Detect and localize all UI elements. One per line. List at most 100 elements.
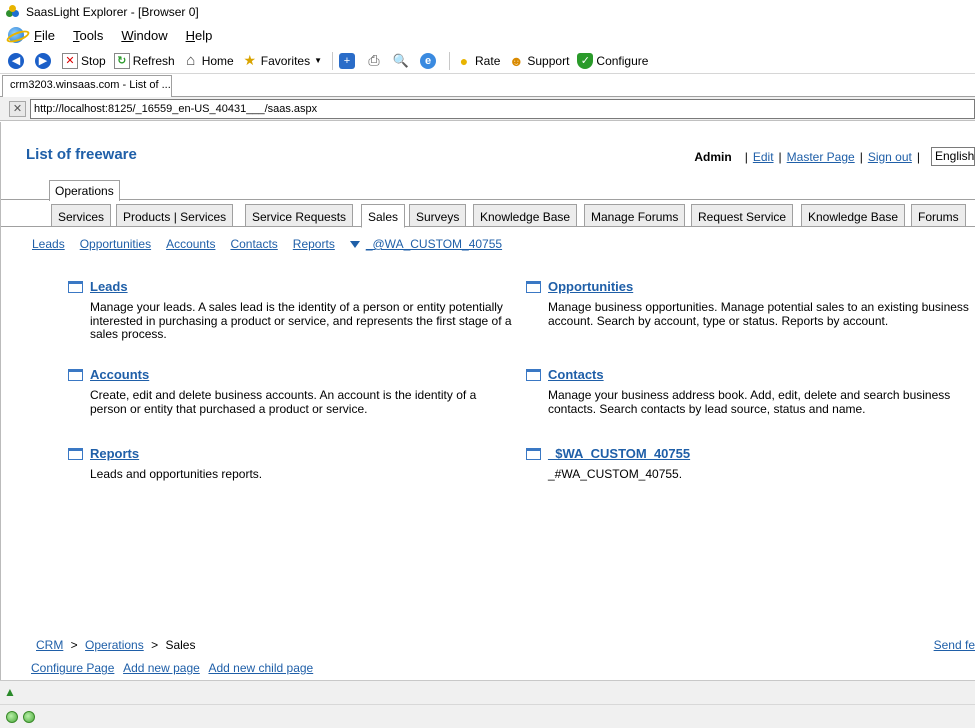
sign-out-link[interactable]: Sign out [868, 150, 912, 164]
magnifier-page-icon: 🔍 [392, 52, 410, 68]
card-description: _#WA_CUSTOM_40755. [548, 467, 683, 481]
username: Admin [694, 149, 732, 164]
section-tab-bar: Services Products | Services Service Req… [1, 204, 975, 228]
subnav-leads[interactable]: Leads [32, 237, 65, 251]
menu-window[interactable]: Window [121, 28, 167, 43]
tab-manage-forums[interactable]: Manage Forums [584, 204, 686, 227]
close-tab-icon[interactable]: ✕ [9, 101, 26, 117]
tab-service-requests[interactable]: Service Requests [245, 204, 354, 227]
subnav-contacts[interactable]: Contacts [230, 237, 277, 251]
support-button[interactable]: ☻ Support [508, 53, 569, 69]
breadcrumb-operations[interactable]: Operations [85, 638, 144, 652]
favorites-button[interactable]: ★ Favorites ▼ [242, 52, 323, 69]
card-title-opportunities[interactable]: Opportunities [548, 279, 633, 294]
card-title-contacts[interactable]: Contacts [548, 367, 604, 382]
breadcrumb-separator: > [70, 638, 78, 652]
tab-products-services[interactable]: Products | Services [116, 204, 234, 227]
breadcrumb-crm[interactable]: CRM [36, 638, 63, 652]
status-indicator-icon [6, 711, 18, 723]
url-input[interactable] [30, 99, 975, 119]
card-description: Manage your leads. A sales lead is the i… [90, 300, 512, 341]
stop-button[interactable]: ✕ Stop [62, 52, 106, 69]
subnav-reports[interactable]: Reports [293, 237, 335, 251]
window-icon [526, 448, 541, 460]
browser-tab-strip: crm3203.winsaas.com - List of ... [0, 75, 975, 97]
address-bar: ✕ [0, 97, 975, 121]
add-new-page-link[interactable]: Add new page [123, 661, 200, 675]
page-title: List of freeware [26, 146, 137, 163]
window-icon [68, 281, 83, 293]
status-bar: ▲ [0, 680, 975, 704]
window-title: SaasLight Explorer - [Browser 0] [26, 5, 199, 19]
card-description: Leads and opportunities reports. [90, 467, 263, 481]
tab-knowledge-base[interactable]: Knowledge Base [473, 204, 578, 227]
shield-check-icon: ✓ [577, 52, 594, 69]
window-icon [68, 369, 83, 381]
card-title-reports[interactable]: Reports [90, 446, 139, 461]
shield-icon: + [339, 52, 356, 69]
sub-navigation: Leads Opportunities Accounts Contacts Re… [32, 237, 517, 251]
footer-links: Configure Page Add new page Add new chil… [31, 661, 319, 675]
refresh-icon: ↻ [113, 52, 130, 69]
app-logo-icon [6, 5, 20, 19]
menu-help[interactable]: Help [186, 28, 213, 43]
menu-tools[interactable]: Tools [73, 28, 103, 43]
add-new-child-page-link[interactable]: Add new child page [208, 661, 313, 675]
card-description: Manage your business address book. Add, … [548, 388, 951, 416]
stop-icon: ✕ [62, 52, 78, 69]
divider: | [744, 149, 748, 164]
refresh-button[interactable]: ↻ Refresh [113, 52, 175, 69]
configure-page-link[interactable]: Configure Page [31, 661, 114, 675]
master-page-link[interactable]: Master Page [787, 150, 855, 164]
subnav-custom[interactable]: _@WA_CUSTOM_40755 [366, 237, 502, 251]
toolbar-separator [332, 51, 334, 70]
breadcrumb-current: Sales [165, 638, 196, 652]
security-button[interactable]: + [339, 52, 358, 69]
card-title-leads[interactable]: Leads [90, 279, 128, 294]
print-button[interactable]: ⎙ [366, 52, 385, 69]
menu-file[interactable]: File [34, 28, 55, 43]
divider: | [859, 149, 863, 164]
user-bar: Admin | Edit | Master Page | Sign out | … [694, 147, 975, 166]
rate-button[interactable]: ● Rate [456, 53, 501, 69]
browser-tab[interactable]: crm3203.winsaas.com - List of ... [2, 75, 172, 97]
tab-services[interactable]: Services [51, 204, 112, 227]
send-feedback-link[interactable]: Send fe [934, 638, 975, 652]
globe-icon: e [420, 52, 437, 69]
card-title-accounts[interactable]: Accounts [90, 367, 149, 382]
tab-knowledge-base-2[interactable]: Knowledge Base [801, 204, 906, 227]
status-shapes-icon: ▲ [4, 685, 16, 699]
internet-button[interactable]: e [420, 52, 439, 69]
configure-button[interactable]: ✓ Configure [577, 52, 648, 69]
tab-surveys[interactable]: Surveys [409, 204, 467, 227]
language-select[interactable]: English [931, 147, 975, 166]
edit-link[interactable]: Edit [753, 150, 774, 164]
window-icon [68, 448, 83, 460]
tab-sales[interactable]: Sales [361, 204, 406, 228]
person-icon: ☻ [509, 52, 524, 69]
window-icon [526, 281, 541, 293]
card-title-custom[interactable]: _$WA_CUSTOM_40755 [548, 446, 690, 461]
tab-forums[interactable]: Forums [911, 204, 966, 227]
forward-button[interactable]: ▶ [35, 52, 54, 69]
subnav-opportunities[interactable]: Opportunities [80, 237, 151, 251]
status-indicator-icon [23, 711, 35, 723]
divider: | [916, 149, 920, 164]
browser-icon [8, 27, 24, 43]
forward-arrow-icon: ▶ [35, 52, 51, 69]
card-description: Manage business opportunities. Manage po… [548, 300, 969, 328]
breadcrumb: CRM > Operations > Sales [36, 638, 195, 652]
dropdown-triangle-icon[interactable] [349, 240, 360, 248]
dropdown-arrow-icon: ▼ [314, 56, 323, 65]
print-preview-button[interactable]: 🔍 [393, 53, 412, 69]
web-page: List of freeware Admin | Edit | Master P… [0, 122, 975, 680]
home-button[interactable]: ⌂ Home [183, 52, 234, 69]
back-button[interactable]: ◀ [8, 52, 27, 69]
tab-operations[interactable]: Operations [49, 180, 120, 201]
card-description: Create, edit and delete business account… [90, 388, 477, 416]
top-tab-bar: Operations [1, 180, 975, 201]
tab-request-service[interactable]: Request Service [691, 204, 794, 227]
toolbar-separator [449, 51, 451, 70]
window-icon [526, 369, 541, 381]
subnav-accounts[interactable]: Accounts [166, 237, 215, 251]
